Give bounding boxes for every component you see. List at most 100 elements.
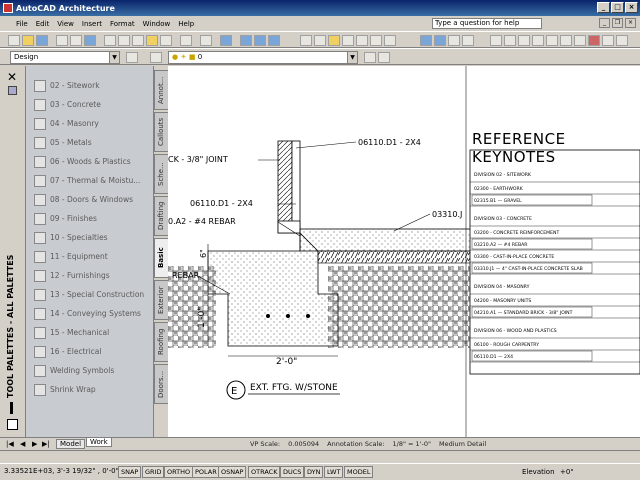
menu-window[interactable]: Window	[139, 20, 175, 28]
menu-view[interactable]: View	[53, 20, 78, 28]
tab-callouts[interactable]: Callouts	[154, 112, 168, 152]
redo-icon[interactable]	[200, 35, 212, 46]
palette-item-equipment[interactable]: 11 - Equipment	[34, 248, 152, 265]
revision-cloud-icon[interactable]	[588, 35, 600, 46]
match-properties-icon[interactable]	[146, 35, 158, 46]
first-tab-arrow[interactable]: |◀	[6, 440, 14, 448]
vp-scale-value[interactable]: 0.005094	[288, 438, 319, 450]
sheet-set-icon[interactable]	[342, 35, 354, 46]
elevation-value[interactable]: +0"	[560, 468, 574, 476]
workspace-settings-icon[interactable]	[126, 52, 138, 63]
palette-item-mechanical[interactable]: 15 - Mechanical	[34, 324, 152, 341]
palette-item-furnishings[interactable]: 12 - Furnishings	[34, 267, 152, 284]
zoom-in-icon[interactable]	[420, 35, 432, 46]
close-palette-icon[interactable]: ✕	[7, 70, 17, 84]
doc-close-button[interactable]: ×	[625, 18, 636, 28]
command-line[interactable]	[0, 450, 640, 463]
prev-tab-arrow[interactable]: ◀	[20, 440, 25, 448]
close-button[interactable]: ×	[625, 2, 638, 13]
menu-edit[interactable]: Edit	[32, 20, 54, 28]
doc-restore-button[interactable]: ❐	[612, 18, 623, 28]
circle-icon[interactable]	[574, 35, 586, 46]
detail-level[interactable]: Medium Detail	[439, 438, 486, 450]
toggle-lwt[interactable]: LWT	[324, 466, 344, 478]
palette-item-shrink-wrap[interactable]: Shrink Wrap	[34, 381, 152, 398]
layer-select[interactable]: ● ☀ ■ 0 ▼	[168, 51, 358, 64]
minimize-button[interactable]: _	[597, 2, 610, 13]
open-icon[interactable]	[22, 35, 34, 46]
toggle-ducs[interactable]: DUCS	[280, 466, 305, 478]
palette-item-doors-windows[interactable]: 08 - Doors & Windows	[34, 191, 152, 208]
tab-work[interactable]: Work	[86, 438, 112, 447]
cut-icon[interactable]	[104, 35, 116, 46]
menu-file[interactable]: File	[12, 20, 32, 28]
ellipse-icon[interactable]	[616, 35, 628, 46]
make-current-icon[interactable]	[364, 52, 376, 63]
tab-basic[interactable]: Basic	[154, 238, 168, 278]
next-tab-arrow[interactable]: ▶	[32, 440, 37, 448]
toggle-osnap[interactable]: OSNAP	[218, 466, 247, 478]
palette-item-finishes[interactable]: 09 - Finishes	[34, 210, 152, 227]
tab-model[interactable]: Model	[56, 439, 86, 449]
palette-item-thermal[interactable]: 07 - Thermal & Moistu...	[34, 172, 152, 189]
toggle-polar[interactable]: POLAR	[192, 466, 220, 478]
line-icon[interactable]	[490, 35, 502, 46]
palette-item-concrete[interactable]: 03 - Concrete	[34, 96, 152, 113]
zoom-all-icon[interactable]	[462, 35, 474, 46]
toggle-otrack[interactable]: OTRACK	[248, 466, 281, 478]
workspace-select[interactable]: Design ▼	[10, 51, 120, 64]
preview-icon[interactable]	[70, 35, 82, 46]
app-icon[interactable]	[3, 3, 13, 13]
paste-icon[interactable]	[132, 35, 144, 46]
markup-icon[interactable]	[356, 35, 368, 46]
palette-item-masonry[interactable]: 04 - Masonry	[34, 115, 152, 132]
palette-item-welding[interactable]: Welding Symbols	[34, 362, 152, 379]
tab-roofing[interactable]: Roofing	[154, 322, 168, 362]
rectangle-icon[interactable]	[546, 35, 558, 46]
properties-icon[interactable]	[300, 35, 312, 46]
palette-item-metals[interactable]: 05 - Metals	[34, 134, 152, 151]
block-editor-icon[interactable]	[160, 35, 172, 46]
undo-icon[interactable]	[180, 35, 192, 46]
properties-menu-icon[interactable]	[7, 419, 18, 430]
drawing-canvas[interactable]: CK - 3/8" JOINT 06110.D1 - 2X4 06110.D1 …	[168, 66, 640, 437]
menu-insert[interactable]: Insert	[78, 20, 106, 28]
polygon-icon[interactable]	[532, 35, 544, 46]
quickcalc-icon[interactable]	[370, 35, 382, 46]
construction-line-icon[interactable]	[504, 35, 516, 46]
design-center-icon[interactable]	[314, 35, 326, 46]
pan-icon[interactable]	[220, 35, 232, 46]
print-icon[interactable]	[56, 35, 68, 46]
chevron-down-icon[interactable]: ▼	[109, 52, 119, 63]
palette-item-sitework[interactable]: 02 - Sitework	[34, 77, 152, 94]
zoom-previous-icon[interactable]	[268, 35, 280, 46]
tab-annotation[interactable]: Annot...	[154, 70, 168, 110]
menu-format[interactable]: Format	[106, 20, 139, 28]
layer-previous-icon[interactable]	[378, 52, 390, 63]
zoom-extents-icon[interactable]	[448, 35, 460, 46]
arc-icon[interactable]	[560, 35, 572, 46]
tab-drafting[interactable]: Drafting	[154, 196, 168, 236]
palette-item-conveying[interactable]: 14 - Conveying Systems	[34, 305, 152, 322]
annotation-scale-value[interactable]: 1/8" = 1'-0"	[393, 438, 431, 450]
tool-palettes-icon[interactable]	[328, 35, 340, 46]
maximize-button[interactable]: □	[611, 2, 624, 13]
copy-icon[interactable]	[118, 35, 130, 46]
zoom-window-icon[interactable]	[254, 35, 266, 46]
tab-doors[interactable]: Doors...	[154, 364, 168, 404]
spline-icon[interactable]	[602, 35, 614, 46]
layer-manager-icon[interactable]	[150, 52, 162, 63]
palette-item-woods[interactable]: 06 - Woods & Plastics	[34, 153, 152, 170]
toggle-ortho[interactable]: ORTHO	[164, 466, 194, 478]
toggle-model[interactable]: MODEL	[344, 466, 374, 478]
polyline-icon[interactable]	[518, 35, 530, 46]
help-icon[interactable]	[384, 35, 396, 46]
toggle-dyn[interactable]: DYN	[304, 466, 324, 478]
new-icon[interactable]	[8, 35, 20, 46]
palette-item-specialties[interactable]: 10 - Specialties	[34, 229, 152, 246]
toggle-grid[interactable]: GRID	[142, 466, 165, 478]
tab-exterior[interactable]: Exterior	[154, 280, 168, 320]
palette-item-special-construction[interactable]: 13 - Special Construction	[34, 286, 152, 303]
zoom-out-icon[interactable]	[434, 35, 446, 46]
save-icon[interactable]	[36, 35, 48, 46]
